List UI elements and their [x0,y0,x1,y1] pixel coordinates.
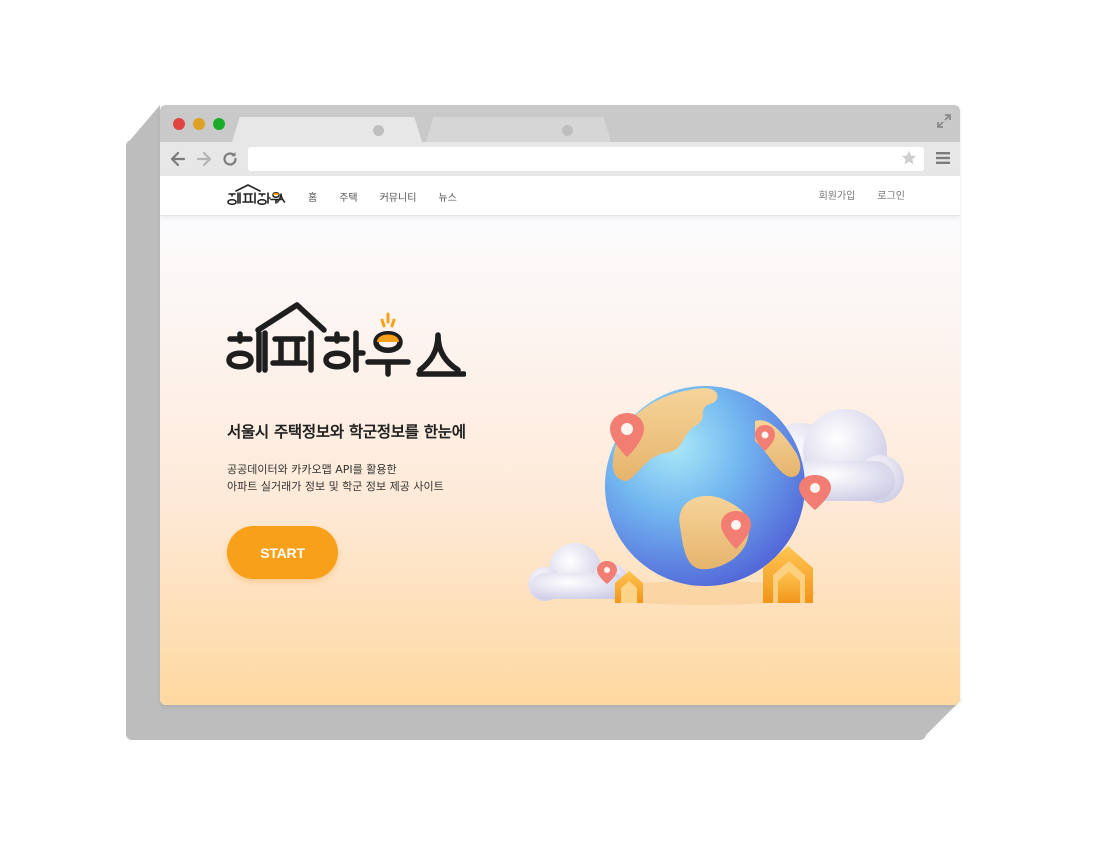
login-link[interactable]: 로그인 [877,187,905,202]
nav-home[interactable]: 홈 [308,189,317,204]
browser-window: 홈 주택 커뮤니티 뉴스 회원가입 로그인 서울시 주택정보와 학군정보를 한눈… [160,105,960,705]
globe-illustration [528,386,904,605]
window-shadow-corner [921,700,961,740]
auth-nav: 회원가입 로그인 [797,187,905,202]
browser-tab-active[interactable] [232,117,422,142]
fullscreen-icon[interactable] [936,113,952,129]
stage: 홈 주택 커뮤니티 뉴스 회원가입 로그인 서울시 주택정보와 학군정보를 한눈… [0,0,1120,850]
hero-section: 서울시 주택정보와 학군정보를 한눈에 공공데이터와 카카오맵 API를 활용한… [160,216,960,705]
reload-icon[interactable] [220,149,240,169]
hero-description: 공공데이터와 카카오맵 API를 활용한 아파트 실거래가 정보 및 학군 정보… [227,461,444,495]
tab-close-icon[interactable] [373,125,384,136]
window-shadow-corner [126,105,160,145]
start-button[interactable]: START [227,526,338,579]
hero-description-line: 공공데이터와 카카오맵 API를 활용한 [227,463,397,476]
nav-housing[interactable]: 주택 [339,189,357,204]
back-arrow-icon[interactable] [168,149,188,169]
browser-tab[interactable] [426,117,611,142]
hero-brand-logo [226,302,466,377]
site-header: 홈 주택 커뮤니티 뉴스 회원가입 로그인 [160,176,960,216]
hamburger-menu-icon[interactable] [936,151,950,165]
signup-link[interactable]: 회원가입 [819,187,856,202]
close-window-button[interactable] [173,118,185,130]
forward-arrow-icon[interactable] [194,149,214,169]
nav-news[interactable]: 뉴스 [438,189,456,204]
map-pin-icon [799,475,831,510]
main-nav: 홈 주택 커뮤니티 뉴스 [308,189,479,204]
minimize-window-button[interactable] [193,118,205,130]
tab-close-icon[interactable] [562,125,573,136]
browser-toolbar [160,142,960,176]
hero-description-line: 아파트 실거래가 정보 및 학군 정보 제공 사이트 [227,480,444,493]
maximize-window-button[interactable] [213,118,225,130]
brand-logo[interactable] [226,183,286,205]
nav-community[interactable]: 커뮤니티 [380,189,417,204]
address-bar[interactable] [248,147,924,171]
bookmark-star-icon[interactable] [900,149,918,167]
tab-strip [160,105,960,142]
hero-heading: 서울시 주택정보와 학군정보를 한눈에 [227,423,466,441]
